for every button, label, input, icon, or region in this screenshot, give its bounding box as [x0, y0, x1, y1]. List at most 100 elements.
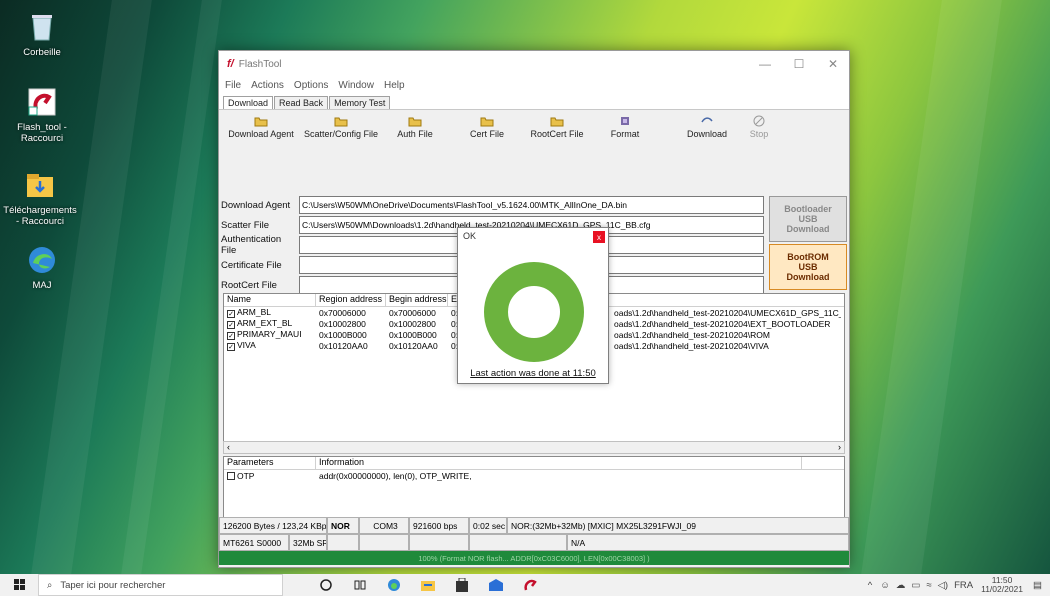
tab-read-back[interactable]: Read Back	[274, 96, 329, 109]
scatter-file-row: Scatter File	[221, 216, 299, 234]
scatter-file-button[interactable]: Scatter/Config File	[301, 113, 381, 139]
close-icon: x	[597, 232, 601, 242]
notification-icon[interactable]: ▤	[1033, 580, 1042, 591]
desktop-icon-maj[interactable]: MAJ	[5, 243, 79, 291]
column-header-begin[interactable]: Begin address	[386, 294, 448, 306]
dialog-close-button[interactable]: x	[593, 231, 605, 243]
auth-file-row: Authentication File	[221, 234, 299, 256]
column-header-region[interactable]: Region address	[316, 294, 386, 306]
stop-icon	[733, 113, 785, 129]
checkbox-checked-icon[interactable]: ✓	[227, 343, 235, 351]
recycle-bin-icon	[26, 10, 58, 44]
bootloader-usb-download-button[interactable]: Bootloader USB Download	[769, 196, 847, 242]
taskbar-search-input[interactable]: ⌕ Taper ici pour rechercher	[38, 574, 283, 596]
maximize-icon: ☐	[793, 57, 805, 71]
scatter-file-label: Scatter File	[221, 219, 270, 231]
folder-open-icon	[447, 113, 527, 129]
success-ring-icon	[484, 262, 584, 362]
folder-open-icon	[301, 113, 381, 129]
battery-icon[interactable]: ▭	[911, 580, 920, 591]
desktop-icon-recycle-bin[interactable]: Corbeille	[5, 10, 79, 58]
cert-file-row: Certificate File	[221, 256, 299, 274]
horizontal-scrollbar[interactable]: ‹ ›	[223, 441, 845, 454]
scroll-left-icon[interactable]: ‹	[227, 442, 230, 452]
close-icon: ✕	[827, 57, 839, 71]
rootcert-file-label: RootCert File	[221, 279, 277, 291]
ok-dialog: OK x Last action was done at 11:50	[457, 227, 609, 384]
windows-start-icon[interactable]	[12, 577, 28, 593]
toolbar: Download Agent Scatter/Config File Auth …	[219, 109, 849, 145]
edge-taskbar-icon[interactable]	[386, 577, 402, 593]
menu-window[interactable]: Window	[338, 80, 374, 91]
mail-icon[interactable]	[488, 577, 504, 593]
minimize-icon: —	[759, 57, 771, 71]
volume-icon[interactable]: ◁)	[938, 580, 948, 591]
auth-file-button[interactable]: Auth File	[375, 113, 455, 139]
wifi-icon[interactable]: ≈	[926, 580, 931, 591]
store-icon[interactable]	[454, 577, 470, 593]
download-agent-label: Download Agent	[221, 199, 291, 211]
folder-open-icon	[221, 113, 301, 129]
system-tray: ^ ☺ ☁ ▭ ≈ ◁) FRA 11:50 11/02/2021 ▤	[868, 574, 1042, 596]
auth-file-label: Authentication File	[221, 234, 282, 256]
tab-bar: Download Read Back Memory Test	[219, 93, 849, 109]
taskbar: ⌕ Taper ici pour rechercher ^ ☺ ☁ ▭ ≈ ◁)…	[0, 574, 1050, 596]
column-header-parameters[interactable]: Parameters	[224, 457, 316, 469]
downloads-folder-icon	[24, 168, 56, 202]
parameter-row[interactable]: OTP addr(0x00000000), len(0), OTP_WRITE,	[224, 470, 844, 481]
checkbox-checked-icon[interactable]: ✓	[227, 310, 235, 318]
column-header-information[interactable]: Information	[316, 457, 802, 469]
language-indicator[interactable]: FRA	[954, 580, 973, 591]
format-button[interactable]: Format	[585, 113, 665, 139]
dialog-title: OK	[463, 231, 477, 241]
cert-file-button[interactable]: Cert File	[447, 113, 527, 139]
column-header-name[interactable]: Name	[224, 294, 316, 306]
flashtool-taskbar-icon[interactable]	[522, 577, 538, 593]
menu-options[interactable]: Options	[294, 80, 328, 91]
menu-actions[interactable]: Actions	[251, 80, 284, 91]
progress-text: 100% (Format NOR flash... ADDR[0xC03C600…	[418, 553, 650, 563]
flashtool-shortcut-icon	[26, 85, 58, 119]
download-agent-button[interactable]: Download Agent	[221, 113, 301, 139]
menu-file[interactable]: File	[225, 80, 241, 91]
rootcert-file-row: RootCert File	[221, 276, 299, 294]
checkbox-unchecked-icon[interactable]	[227, 471, 235, 480]
clock[interactable]: 11:50 11/02/2021	[981, 576, 1023, 594]
checkbox-checked-icon[interactable]: ✓	[227, 332, 235, 340]
maximize-button[interactable]: ☐	[783, 51, 815, 77]
task-view-icon[interactable]	[352, 577, 368, 593]
status-bar-1: 126200 Bytes / 123,24 KBps NOR COM3 9216…	[219, 517, 849, 534]
file-explorer-icon[interactable]	[420, 577, 436, 593]
cortana-icon[interactable]	[318, 577, 334, 593]
desktop-icon-flashtool[interactable]: Flash_tool - Raccourci	[5, 85, 79, 144]
dialog-message: Last action was done at 11:50	[470, 368, 596, 379]
menu-help[interactable]: Help	[384, 80, 405, 91]
tab-download[interactable]: Download	[223, 96, 274, 109]
checkbox-checked-icon[interactable]: ✓	[227, 321, 235, 329]
desktop-icon-downloads[interactable]: Téléchargements - Raccourci	[3, 168, 77, 227]
clock-date: 11/02/2021	[981, 584, 1024, 594]
cert-file-label: Certificate File	[221, 259, 282, 271]
download-agent-row: Download Agent	[221, 196, 299, 214]
scroll-right-icon[interactable]: ›	[838, 442, 841, 452]
folder-open-icon	[375, 113, 455, 129]
people-icon[interactable]: ☺	[880, 580, 890, 591]
download-agent-field[interactable]: C:\Users\W50WM\OneDrive\Documents\FlashT…	[299, 196, 764, 214]
menubar: File Actions Options Window Help	[219, 77, 849, 93]
flashtool-app-icon: f/	[227, 58, 234, 70]
tab-memory-test[interactable]: Memory Test	[329, 96, 391, 109]
close-window-button[interactable]: ✕	[817, 51, 849, 77]
chevron-up-icon[interactable]: ^	[868, 580, 872, 591]
stop-button[interactable]: Stop	[733, 113, 785, 139]
minimize-button[interactable]: —	[749, 51, 781, 77]
onedrive-icon[interactable]: ☁	[896, 580, 906, 591]
search-icon: ⌕	[47, 579, 53, 591]
progress-bar: 100% (Format NOR flash... ADDR[0xC03C600…	[219, 551, 849, 565]
wallpaper-streak	[858, 0, 1002, 596]
window-title: FlashTool	[238, 58, 282, 70]
status-bar-2: MT6261 S0000 32Mb SRAM N/A	[219, 534, 849, 551]
parameters-header: Parameters Information	[224, 457, 844, 470]
edge-icon	[26, 243, 58, 277]
bootrom-usb-download-button[interactable]: BootROM USB Download	[769, 244, 847, 290]
format-icon	[585, 113, 665, 129]
